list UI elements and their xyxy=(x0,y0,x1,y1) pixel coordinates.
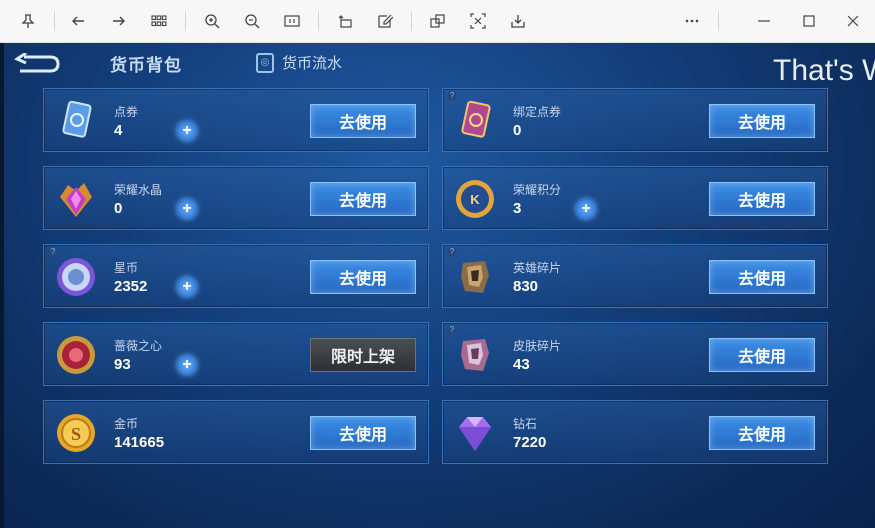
zoom-out-icon[interactable] xyxy=(240,9,264,33)
svg-text:K: K xyxy=(470,192,480,207)
use-star-coin-button[interactable]: 去使用 xyxy=(310,260,416,294)
currency-card-voucher: 点券 4 + 去使用 xyxy=(43,88,429,152)
copy-image-icon[interactable] xyxy=(426,9,450,33)
currency-card-gold-coin: S 金币 141665 去使用 xyxy=(43,400,429,464)
forward-arrow-icon[interactable] xyxy=(107,9,131,33)
currency-name: 星币 xyxy=(114,261,139,275)
back-button[interactable] xyxy=(13,51,60,75)
add-rose-heart-button[interactable]: + xyxy=(177,355,197,375)
currency-backpack-screen: 货币背包 ◎ 货币流水 That's W 点券 4 + 去使用 ? 绑定点券 0… xyxy=(0,43,875,528)
currency-value: 3 xyxy=(513,200,522,217)
currency-value: 830 xyxy=(513,278,539,295)
more-options-icon[interactable] xyxy=(680,9,704,33)
use-diamond-button[interactable]: 去使用 xyxy=(709,416,815,450)
add-glory-crystal-button[interactable]: + xyxy=(177,199,197,219)
use-glory-crystal-button[interactable]: 去使用 xyxy=(310,182,416,216)
currency-name: 荣耀积分 xyxy=(513,183,562,197)
star-coin-icon xyxy=(54,255,98,299)
glory-crystal-icon xyxy=(54,177,98,221)
edit-icon[interactable] xyxy=(373,9,397,33)
gold-coin-icon: S xyxy=(54,411,98,455)
bound-voucher-card-icon xyxy=(453,99,497,143)
currency-value: 43 xyxy=(513,356,530,373)
currency-value: 141665 xyxy=(114,434,165,451)
currency-card-glory-points: K 荣耀积分 3 + 去使用 xyxy=(442,166,828,230)
currency-name: 钻石 xyxy=(513,417,538,431)
currency-name: 荣耀水晶 xyxy=(114,183,163,197)
currency-value: 7220 xyxy=(513,434,547,451)
diamond-icon xyxy=(453,411,497,455)
pin-icon[interactable] xyxy=(16,9,40,33)
currency-card-diamond: 钻石 7220 去使用 xyxy=(442,400,828,464)
currency-card-star-coin: ? 星币 2352 + 去使用 xyxy=(43,244,429,308)
voucher-card-icon xyxy=(54,99,98,143)
use-glory-points-button[interactable]: 去使用 xyxy=(709,182,815,216)
currency-name: 蔷薇之心 xyxy=(114,339,163,353)
currency-card-rose-heart: 蔷薇之心 93 + 限时上架 xyxy=(43,322,429,386)
tab-currency-flow-label: 货币流水 xyxy=(282,55,343,72)
maximize-icon[interactable] xyxy=(797,9,821,33)
currency-value: 2352 xyxy=(114,278,148,295)
back-arrow-icon[interactable] xyxy=(66,9,90,33)
svg-text:S: S xyxy=(71,424,81,444)
add-star-coin-button[interactable]: + xyxy=(177,277,197,297)
currency-name: 绑定点券 xyxy=(513,105,562,119)
use-gold-coin-button[interactable]: 去使用 xyxy=(310,416,416,450)
currency-card-skin-fragment: ? 皮肤碎片 43 去使用 xyxy=(442,322,828,386)
rotate-icon[interactable] xyxy=(333,9,357,33)
currency-value: 0 xyxy=(114,200,123,217)
tab-currency-backpack[interactable]: 货币背包 xyxy=(110,51,182,76)
close-icon[interactable] xyxy=(841,9,865,33)
overlay-text: That's W xyxy=(773,54,875,87)
add-glory-points-button[interactable]: + xyxy=(576,199,596,219)
use-hero-fragment-button[interactable]: 去使用 xyxy=(709,260,815,294)
currency-card-glory-crystal: 荣耀水晶 0 + 去使用 xyxy=(43,166,429,230)
use-bound-voucher-button[interactable]: 去使用 xyxy=(709,104,815,138)
limited-time-button[interactable]: 限时上架 xyxy=(310,338,416,372)
currency-value: 4 xyxy=(114,122,123,139)
add-voucher-button[interactable]: + xyxy=(177,121,197,141)
currency-flow-icon: ◎ xyxy=(256,52,274,73)
crop-icon[interactable] xyxy=(466,9,490,33)
skin-fragment-icon xyxy=(453,333,497,377)
currency-name: 点券 xyxy=(114,105,139,119)
tab-currency-flow[interactable]: ◎ 货币流水 xyxy=(256,52,342,73)
grid-view-icon[interactable] xyxy=(147,9,171,33)
glory-points-icon: K xyxy=(453,177,497,221)
save-icon[interactable] xyxy=(506,9,530,33)
viewer-toolbar xyxy=(0,0,875,43)
currency-card-bound-voucher: ? 绑定点券 0 去使用 xyxy=(442,88,828,152)
actual-size-icon[interactable] xyxy=(280,9,304,33)
use-voucher-button[interactable]: 去使用 xyxy=(310,104,416,138)
currency-value: 0 xyxy=(513,122,522,139)
minimize-icon[interactable] xyxy=(752,9,776,33)
currency-value: 93 xyxy=(114,356,131,373)
currency-name: 金币 xyxy=(114,417,139,431)
rose-heart-icon xyxy=(54,333,98,377)
use-skin-fragment-button[interactable]: 去使用 xyxy=(709,338,815,372)
hero-fragment-icon xyxy=(453,255,497,299)
zoom-in-icon[interactable] xyxy=(200,9,224,33)
currency-name: 英雄碎片 xyxy=(513,261,562,275)
currency-name: 皮肤碎片 xyxy=(513,339,562,353)
currency-card-hero-fragment: ? 英雄碎片 830 去使用 xyxy=(442,244,828,308)
